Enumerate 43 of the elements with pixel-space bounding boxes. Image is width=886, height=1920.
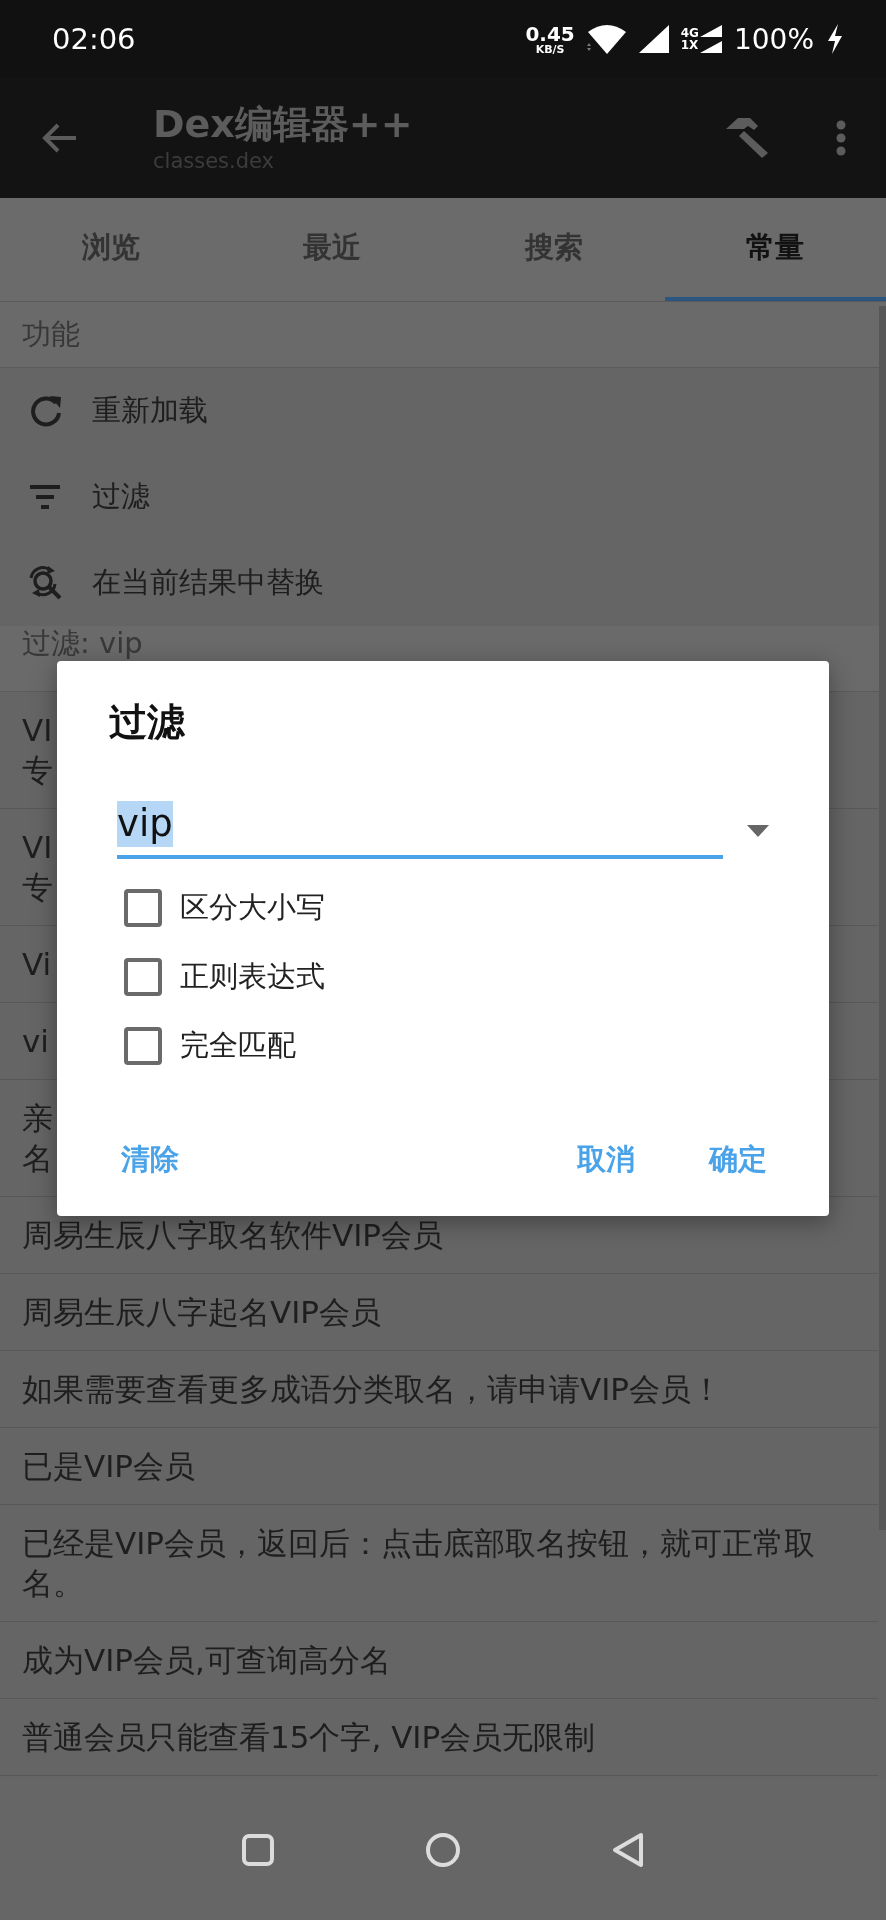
app-title: Dex编辑器++ — [153, 101, 414, 147]
filter-input[interactable]: vip — [117, 803, 723, 859]
signal-icon — [638, 25, 669, 53]
list-item[interactable]: 已是VIP会员 — [0, 1428, 878, 1505]
menu-item[interactable]: 在当前结果中替换 — [0, 540, 878, 626]
checkbox-label: 完全匹配 — [180, 1026, 296, 1064]
list-item[interactable]: 周易生辰八字起名VIP会员 — [0, 1274, 878, 1351]
battery-percent: 100% — [733, 22, 814, 56]
wifi-icon — [586, 24, 627, 54]
checkbox-label: 区分大小写 — [180, 888, 325, 926]
tab[interactable]: 浏览 — [0, 198, 222, 301]
checkbox[interactable] — [124, 888, 162, 927]
home-icon[interactable] — [425, 1832, 461, 1868]
network-speed: 0.45 — [525, 23, 575, 44]
dropdown-arrow-icon[interactable] — [747, 825, 769, 837]
hammer-icon[interactable] — [724, 117, 770, 159]
tab[interactable]: 最近 — [221, 198, 443, 301]
checkbox-label: 正则表达式 — [180, 957, 325, 995]
checkbox[interactable] — [124, 1026, 162, 1065]
lightning-bolt-icon — [826, 24, 844, 54]
dialog-button[interactable]: 清除 — [109, 1132, 191, 1188]
list-item[interactable]: 成为VIP会员,可查询高分名 — [0, 1622, 878, 1699]
network-type: 4G — [680, 27, 699, 39]
dialog-button[interactable]: 确定 — [697, 1132, 779, 1188]
reload-icon — [28, 394, 62, 428]
signal-icon — [699, 25, 722, 53]
more-options-icon[interactable] — [836, 120, 846, 156]
dialog-button[interactable]: 取消 — [565, 1132, 647, 1188]
list-item[interactable]: 已经是VIP会员，返回后：点击底部取名按钮，就可正常取名。 — [0, 1505, 878, 1622]
recent-apps-icon[interactable] — [241, 1833, 275, 1867]
search-replace-icon — [28, 566, 62, 600]
tab[interactable]: 搜索 — [443, 198, 665, 301]
dialog-title: 过滤 — [109, 699, 186, 745]
speed-unit: KB/S — [535, 43, 565, 55]
checkbox[interactable] — [124, 957, 162, 996]
back-icon[interactable] — [611, 1832, 645, 1868]
list-item[interactable]: 如果需要查看更多成语分类取名，请申请VIP会员！ — [0, 1351, 878, 1428]
list-item[interactable]: 普通会员只能查看15个字, VIP会员无限制 — [0, 1699, 878, 1776]
network-type: 1X — [680, 39, 699, 51]
clock-time: 02:06 — [52, 22, 136, 56]
menu-item[interactable]: 过滤 — [0, 454, 878, 540]
back-arrow-icon[interactable] — [42, 122, 78, 154]
menu-item[interactable]: 重新加载 — [0, 368, 878, 454]
